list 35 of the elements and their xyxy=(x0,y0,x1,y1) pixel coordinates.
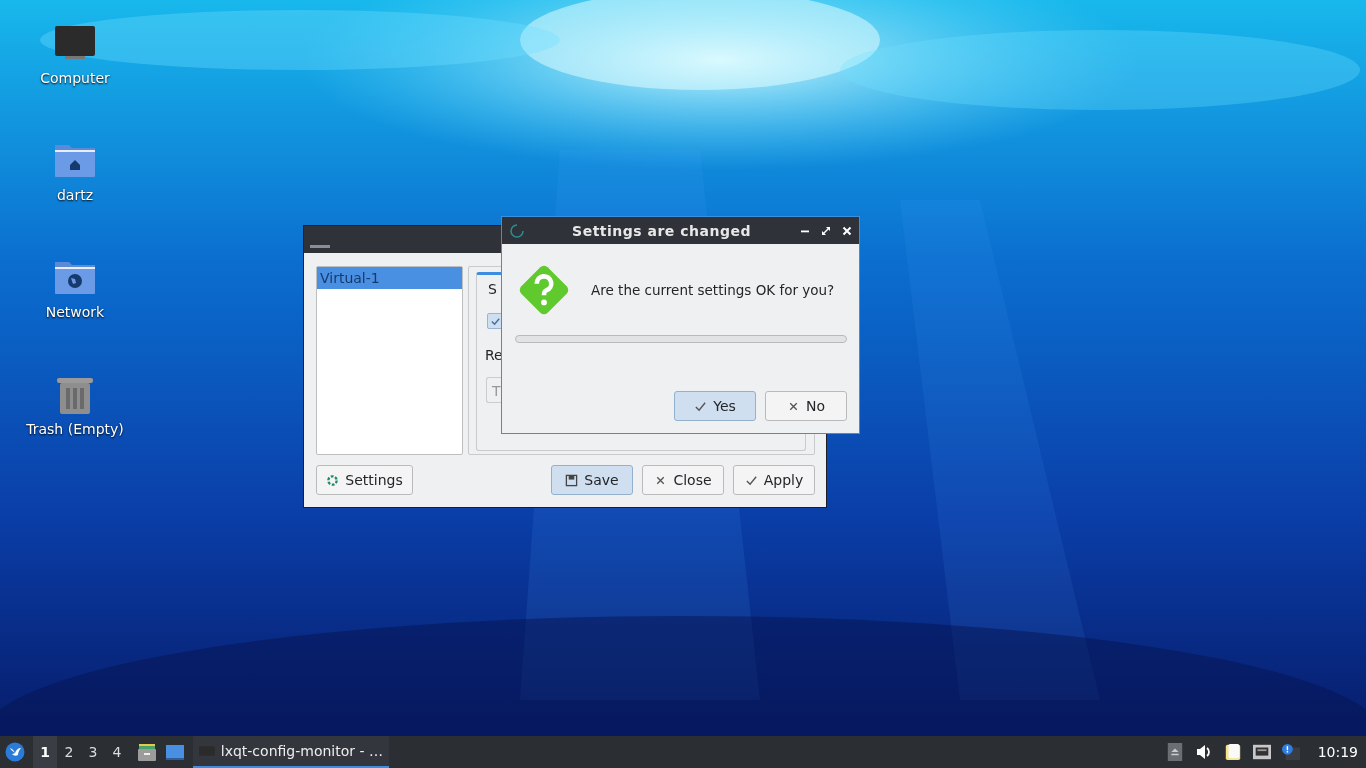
trash-icon[interactable] xyxy=(55,375,95,415)
file-cabinet-icon[interactable] xyxy=(137,742,157,762)
desktop-icon-label[interactable]: Trash (Empty) xyxy=(26,421,124,437)
close-icon[interactable] xyxy=(841,224,853,237)
notification-icon[interactable] xyxy=(1281,743,1300,761)
desktop-icon-label[interactable]: dartz xyxy=(56,187,94,203)
window-icon[interactable] xyxy=(165,742,185,762)
settings-button[interactable]: Settings xyxy=(316,465,413,495)
save-button[interactable]: Save xyxy=(551,465,633,495)
spinner-icon xyxy=(510,223,524,238)
field-label: Re xyxy=(485,347,503,363)
desktop-switch[interactable]: 1 xyxy=(33,736,57,768)
checkmark-icon xyxy=(694,399,708,413)
yes-button[interactable]: Yes xyxy=(674,391,756,421)
desktop-icon-label[interactable]: Network xyxy=(45,304,105,320)
dialog-message: Are the current settings OK for you? xyxy=(591,282,835,298)
app-menu-icon[interactable] xyxy=(5,742,25,762)
tab[interactable]: S xyxy=(488,281,497,297)
taskbar-task[interactable]: lxqt-config-monitor - … xyxy=(193,736,389,768)
network-icon[interactable] xyxy=(1252,743,1271,761)
close-button[interactable]: Close xyxy=(642,465,724,495)
desktop-switch[interactable]: 2 xyxy=(57,736,81,768)
clock[interactable]: 10:19 xyxy=(1317,744,1358,760)
checkmark-icon xyxy=(744,473,758,487)
apply-button[interactable]: Apply xyxy=(733,465,815,495)
maximize-icon[interactable] xyxy=(820,224,832,237)
no-button[interactable]: No xyxy=(765,391,847,421)
eject-icon[interactable] xyxy=(1165,743,1184,761)
desktop-switch[interactable]: 4 xyxy=(105,736,129,768)
desktop-switch[interactable]: 3 xyxy=(81,736,105,768)
window-title: Settings are changed xyxy=(571,222,752,239)
checkmark-icon xyxy=(489,315,501,327)
volume-icon[interactable] xyxy=(1194,743,1213,761)
gear-icon xyxy=(326,473,340,487)
clipboard-icon[interactable] xyxy=(1223,743,1242,761)
